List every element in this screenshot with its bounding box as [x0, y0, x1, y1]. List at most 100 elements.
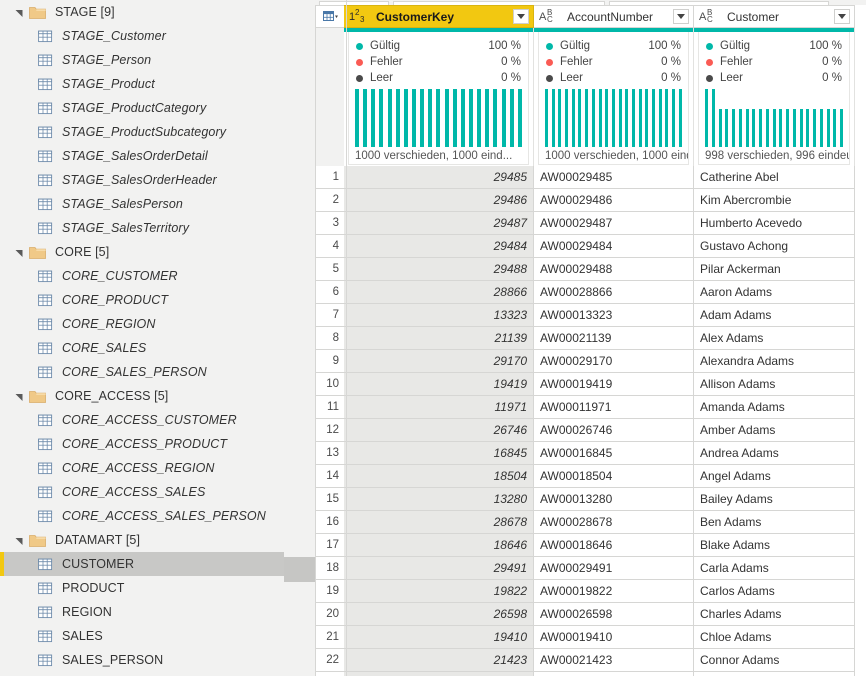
column-filter-dropdown[interactable]: [834, 9, 850, 24]
cell-accountnumber[interactable]: AW00018504: [534, 465, 694, 488]
row-index[interactable]: 21: [315, 626, 344, 649]
query-item-stage_salesorderdetail[interactable]: STAGE_SalesOrderDetail: [0, 144, 315, 168]
cell-customer[interactable]: Connor Adams: [694, 649, 855, 672]
query-item-core_access_sales_person[interactable]: CORE_ACCESS_SALES_PERSON: [0, 504, 315, 528]
cell-accountnumber[interactable]: AW00029487: [534, 212, 694, 235]
query-item-core_sales_person[interactable]: CORE_SALES_PERSON: [0, 360, 315, 384]
cell-accountnumber[interactable]: AW00013323: [534, 304, 694, 327]
cell-customerkey[interactable]: 13323: [344, 304, 534, 327]
table-row[interactable]: 821139AW00021139Alex Adams: [315, 327, 866, 350]
cell-accountnumber[interactable]: AW00018646: [534, 534, 694, 557]
cell-customer[interactable]: Amber Adams: [694, 419, 855, 442]
row-index[interactable]: 15: [315, 488, 344, 511]
text-type-icon[interactable]: ABC: [539, 8, 560, 26]
pane-divider[interactable]: [346, 0, 347, 676]
cell-accountnumber[interactable]: AW00029486: [534, 189, 694, 212]
query-item-sales_person[interactable]: SALES_PERSON: [0, 648, 315, 672]
cell-accountnumber[interactable]: AW00018075: [534, 672, 694, 676]
cell-accountnumber[interactable]: AW00028866: [534, 281, 694, 304]
cell-customer[interactable]: Alex Adams: [694, 327, 855, 350]
query-item-stage_productcategory[interactable]: STAGE_ProductCategory: [0, 96, 315, 120]
query-item-stage_salesperson[interactable]: STAGE_SalesPerson: [0, 192, 315, 216]
cell-customerkey[interactable]: 29486: [344, 189, 534, 212]
query-group-datamart[interactable]: DATAMART [5]: [0, 528, 315, 552]
table-row[interactable]: 628866AW00028866Aaron Adams: [315, 281, 866, 304]
cell-customerkey[interactable]: 16845: [344, 442, 534, 465]
row-index[interactable]: 18: [315, 557, 344, 580]
cell-accountnumber[interactable]: AW00029491: [534, 557, 694, 580]
table-row[interactable]: 329487AW00029487Humberto Acevedo: [315, 212, 866, 235]
cell-customerkey[interactable]: 18504: [344, 465, 534, 488]
sidebar-scrollbar-thumb[interactable]: [284, 557, 315, 582]
query-item-stage_salesorderheader[interactable]: STAGE_SalesOrderHeader: [0, 168, 315, 192]
column-header-customerkey[interactable]: 123CustomerKey: [344, 5, 534, 28]
query-item-core_access_product[interactable]: CORE_ACCESS_PRODUCT: [0, 432, 315, 456]
cell-accountnumber[interactable]: AW00028678: [534, 511, 694, 534]
cell-customer[interactable]: Bailey Adams: [694, 488, 855, 511]
cell-accountnumber[interactable]: AW00019410: [534, 626, 694, 649]
table-row[interactable]: 1628678AW00028678Ben Adams: [315, 511, 866, 534]
row-index[interactable]: 17: [315, 534, 344, 557]
row-index[interactable]: 19: [315, 580, 344, 603]
table-row[interactable]: 713323AW00013323Adam Adams: [315, 304, 866, 327]
cell-customer[interactable]: Angel Adams: [694, 465, 855, 488]
cell-customer[interactable]: Chloe Adams: [694, 626, 855, 649]
table-row[interactable]: 2221423AW00021423Connor Adams: [315, 649, 866, 672]
cell-customer[interactable]: Adam Adams: [694, 304, 855, 327]
query-item-core_region[interactable]: CORE_REGION: [0, 312, 315, 336]
row-index[interactable]: 1: [315, 166, 344, 189]
sidebar-scrollbar[interactable]: [284, 0, 315, 676]
cell-customerkey[interactable]: 11971: [344, 396, 534, 419]
cell-accountnumber[interactable]: AW00029488: [534, 258, 694, 281]
cell-customer[interactable]: Charles Adams: [694, 603, 855, 626]
cell-customerkey[interactable]: 29487: [344, 212, 534, 235]
row-index[interactable]: 11: [315, 396, 344, 419]
query-group-stage[interactable]: STAGE [9]: [0, 0, 315, 24]
table-row[interactable]: 929170AW00029170Alexandra Adams: [315, 350, 866, 373]
query-item-stage_salesterritory[interactable]: STAGE_SalesTerritory: [0, 216, 315, 240]
query-item-core_customer[interactable]: CORE_CUSTOMER: [0, 264, 315, 288]
query-item-core_sales[interactable]: CORE_SALES: [0, 336, 315, 360]
row-index[interactable]: 12: [315, 419, 344, 442]
cell-customer[interactable]: Andrea Adams: [694, 442, 855, 465]
row-index[interactable]: 7: [315, 304, 344, 327]
query-item-core_access_customer[interactable]: CORE_ACCESS_CUSTOMER: [0, 408, 315, 432]
table-row[interactable]: 1919822AW00019822Carlos Adams: [315, 580, 866, 603]
cell-customerkey[interactable]: 13280: [344, 488, 534, 511]
table-row[interactable]: 1019419AW00019419Allison Adams: [315, 373, 866, 396]
cell-customer[interactable]: Allison Adams: [694, 373, 855, 396]
query-item-core_access_region[interactable]: CORE_ACCESS_REGION: [0, 456, 315, 480]
cell-customerkey[interactable]: 29488: [344, 258, 534, 281]
table-row[interactable]: 1513280AW00013280Bailey Adams: [315, 488, 866, 511]
table-row[interactable]: 2318075AW00018075Courtney Adams: [315, 672, 866, 676]
cell-accountnumber[interactable]: AW00021423: [534, 649, 694, 672]
cell-customer[interactable]: Catherine Abel: [694, 166, 855, 189]
table-row[interactable]: 1226746AW00026746Amber Adams: [315, 419, 866, 442]
table-row[interactable]: 1316845AW00016845Andrea Adams: [315, 442, 866, 465]
cell-customer[interactable]: Blake Adams: [694, 534, 855, 557]
query-group-core[interactable]: CORE [5]: [0, 240, 315, 264]
cell-customer[interactable]: Carlos Adams: [694, 580, 855, 603]
cell-accountnumber[interactable]: AW00029484: [534, 235, 694, 258]
row-index[interactable]: 14: [315, 465, 344, 488]
table-row[interactable]: 2119410AW00019410Chloe Adams: [315, 626, 866, 649]
cell-accountnumber[interactable]: AW00026746: [534, 419, 694, 442]
table-row[interactable]: 1718646AW00018646Blake Adams: [315, 534, 866, 557]
table-row[interactable]: 2026598AW00026598Charles Adams: [315, 603, 866, 626]
row-index[interactable]: 4: [315, 235, 344, 258]
cell-customer[interactable]: Humberto Acevedo: [694, 212, 855, 235]
query-item-stage_product[interactable]: STAGE_Product: [0, 72, 315, 96]
row-index[interactable]: 20: [315, 603, 344, 626]
cell-customer[interactable]: Ben Adams: [694, 511, 855, 534]
row-index[interactable]: 8: [315, 327, 344, 350]
expander-collapse-icon[interactable]: [14, 391, 25, 402]
cell-customerkey[interactable]: 26598: [344, 603, 534, 626]
row-index[interactable]: 9: [315, 350, 344, 373]
row-index[interactable]: 22: [315, 649, 344, 672]
query-item-sales[interactable]: SALES: [0, 624, 315, 648]
column-filter-dropdown[interactable]: [513, 9, 529, 24]
table-row[interactable]: 129485AW00029485Catherine Abel: [315, 166, 866, 189]
cell-customer[interactable]: Gustavo Achong: [694, 235, 855, 258]
cell-customerkey[interactable]: 21423: [344, 649, 534, 672]
cell-accountnumber[interactable]: AW00016845: [534, 442, 694, 465]
